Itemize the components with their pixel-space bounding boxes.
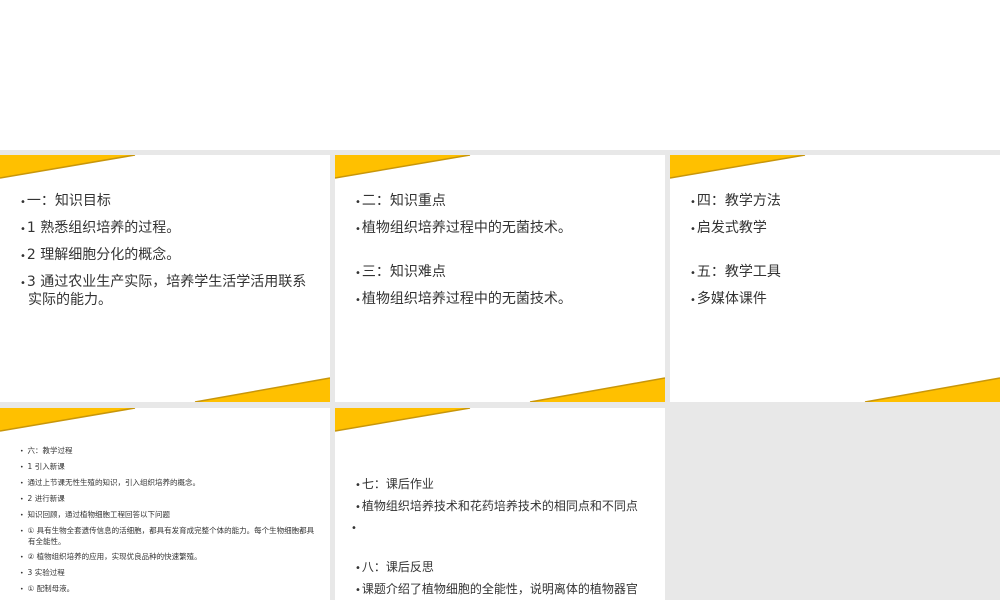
slide-thumbnail-2[interactable]: 二：知识重点 植物组织培养过程中的无菌技术。 三：知识难点 植物组织培养过程中的… bbox=[335, 155, 665, 402]
bullet-text: 2 理解细胞分化的概念。 bbox=[20, 247, 312, 265]
bullet-text: 六：教学过程 bbox=[20, 446, 316, 457]
bullet-text: 1 引入新课 bbox=[20, 462, 316, 473]
bullet-text: ② 植物组织培养的应用，实现优良品种的快速繁殖。 bbox=[20, 552, 316, 563]
bullet-text: 1 熟悉组织培养的过程。 bbox=[20, 220, 312, 238]
bullet-text: 植物组织培养过程中的无菌技术。 bbox=[355, 291, 647, 309]
bullet-text: 四：教学方法 bbox=[690, 193, 982, 211]
slide-thumbnail-5[interactable]: 七：课后作业 植物组织培养技术和花药培养技术的相同点和不同点 八：课后反思 课题… bbox=[335, 408, 665, 600]
bullet-text: 五：教学工具 bbox=[690, 264, 982, 282]
bullet-text: 八：课后反思 bbox=[355, 560, 661, 576]
bullet-text: 2 进行新课 bbox=[20, 494, 316, 505]
bullet-text: ① 配制母液。 bbox=[20, 584, 316, 595]
bullet-text: 二：知识重点 bbox=[355, 193, 647, 211]
bullet-text: 课题介绍了植物细胞的全能性，说明离体的植物器官 bbox=[355, 582, 661, 598]
bullet-text: 七：课后作业 bbox=[355, 477, 661, 493]
bullet-text: 三：知识难点 bbox=[355, 264, 647, 282]
bullet-text: 植物组织培养过程中的无菌技术。 bbox=[355, 220, 647, 238]
bullet-text: 一：知识目标 bbox=[20, 193, 312, 211]
bullet-text: 通过上节课无性生殖的知识，引入组织培养的概念。 bbox=[20, 478, 316, 489]
bullet-text: 植物组织培养技术和花药培养技术的相同点和不同点 bbox=[355, 499, 661, 515]
slide-thumbnail-4[interactable]: 六：教学过程 1 引入新课 通过上节课无性生殖的知识，引入组织培养的概念。 2 … bbox=[0, 408, 330, 600]
slide-thumbnail-3[interactable]: 四：教学方法 启发式教学 五：教学工具 多媒体课件 bbox=[670, 155, 1000, 402]
bullet-text: ① 具有生物全套遗传信息的活细胞，都具有发育成完整个体的能力。每个生物细胞都具有… bbox=[20, 526, 316, 547]
slide-thumbnail-1[interactable]: 一：知识目标 1 熟悉组织培养的过程。 2 理解细胞分化的概念。 3 通过农业生… bbox=[0, 155, 330, 402]
bullet-text: 多媒体课件 bbox=[690, 291, 982, 309]
bullet-text: 知识回顾，通过植物细胞工程回答以下问题 bbox=[20, 510, 316, 521]
empty-bullet bbox=[355, 521, 661, 536]
bullet-text: 3 实验过程 bbox=[20, 568, 316, 579]
bullet-text: 3 通过农业生产实际，培养学生活学活用联系实际的能力。 bbox=[20, 274, 312, 309]
bullet-text: 启发式教学 bbox=[690, 220, 982, 238]
top-blank-area bbox=[0, 0, 1000, 150]
